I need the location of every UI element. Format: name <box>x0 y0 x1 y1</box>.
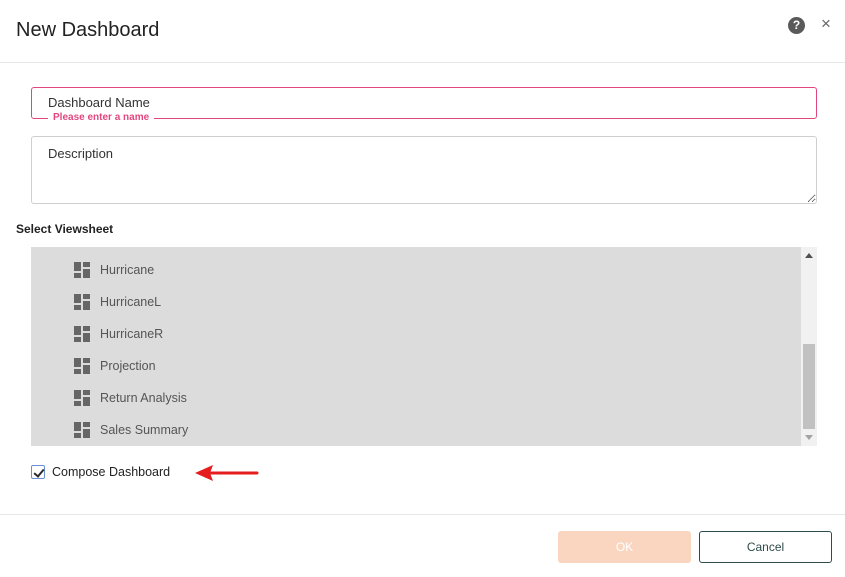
list-scrollbar[interactable] <box>801 247 817 446</box>
description-input[interactable] <box>32 137 816 203</box>
scroll-up-arrow-icon[interactable] <box>805 253 813 258</box>
dialog-header: New Dashboard ? × <box>0 0 845 63</box>
description-field[interactable] <box>31 136 817 204</box>
viewsheet-item-label: Return Analysis <box>100 391 187 405</box>
viewsheet-icon <box>74 262 90 278</box>
viewsheet-item-sales-summary[interactable]: Sales Summary <box>74 419 188 441</box>
scroll-thumb[interactable] <box>803 344 815 429</box>
scroll-down-arrow-icon[interactable] <box>805 435 813 440</box>
compose-dashboard-option[interactable]: Compose Dashboard <box>31 464 170 480</box>
viewsheet-item-label: Projection <box>100 359 156 373</box>
viewsheet-item-label: Hurricane <box>100 263 155 277</box>
viewsheet-item-hurricane[interactable]: Hurricane <box>74 259 154 281</box>
name-error-message: Please enter a name <box>48 112 155 124</box>
viewsheet-item-hurricaner[interactable]: HurricaneR <box>74 323 163 345</box>
compose-dashboard-checkbox[interactable] <box>31 465 45 479</box>
viewsheet-item-label: HurricaneR <box>100 327 164 341</box>
close-icon[interactable]: × <box>821 14 831 34</box>
viewsheet-icon <box>74 294 90 310</box>
red-arrow-icon <box>195 465 259 481</box>
compose-dashboard-label: Compose Dashboard <box>52 465 171 479</box>
ok-button[interactable]: OK <box>558 531 691 563</box>
viewsheet-item-projection[interactable]: Projection <box>74 355 156 377</box>
cancel-button[interactable]: Cancel <box>699 531 832 563</box>
viewsheet-item-hurricanel[interactable]: HurricaneL <box>74 291 161 313</box>
viewsheet-icon <box>74 390 90 406</box>
dialog-footer: OK Cancel <box>0 514 845 577</box>
viewsheet-icon <box>74 422 90 438</box>
dialog-title: New Dashboard <box>16 19 160 41</box>
dashboard-name-field[interactable]: Please enter a name <box>31 87 817 124</box>
viewsheet-icon <box>74 326 90 342</box>
dashboard-name-input[interactable] <box>48 95 788 110</box>
select-viewsheet-label: Select Viewsheet <box>16 222 114 236</box>
viewsheet-item-return-analysis[interactable]: Return Analysis <box>74 387 187 409</box>
viewsheet-item-label: Sales Summary <box>100 423 189 437</box>
viewsheet-item-label: HurricaneL <box>100 295 162 309</box>
help-icon[interactable]: ? <box>788 17 805 34</box>
viewsheet-list[interactable]: Hurricane HurricaneL HurricaneR Projecti… <box>31 247 817 446</box>
viewsheet-icon <box>74 358 90 374</box>
